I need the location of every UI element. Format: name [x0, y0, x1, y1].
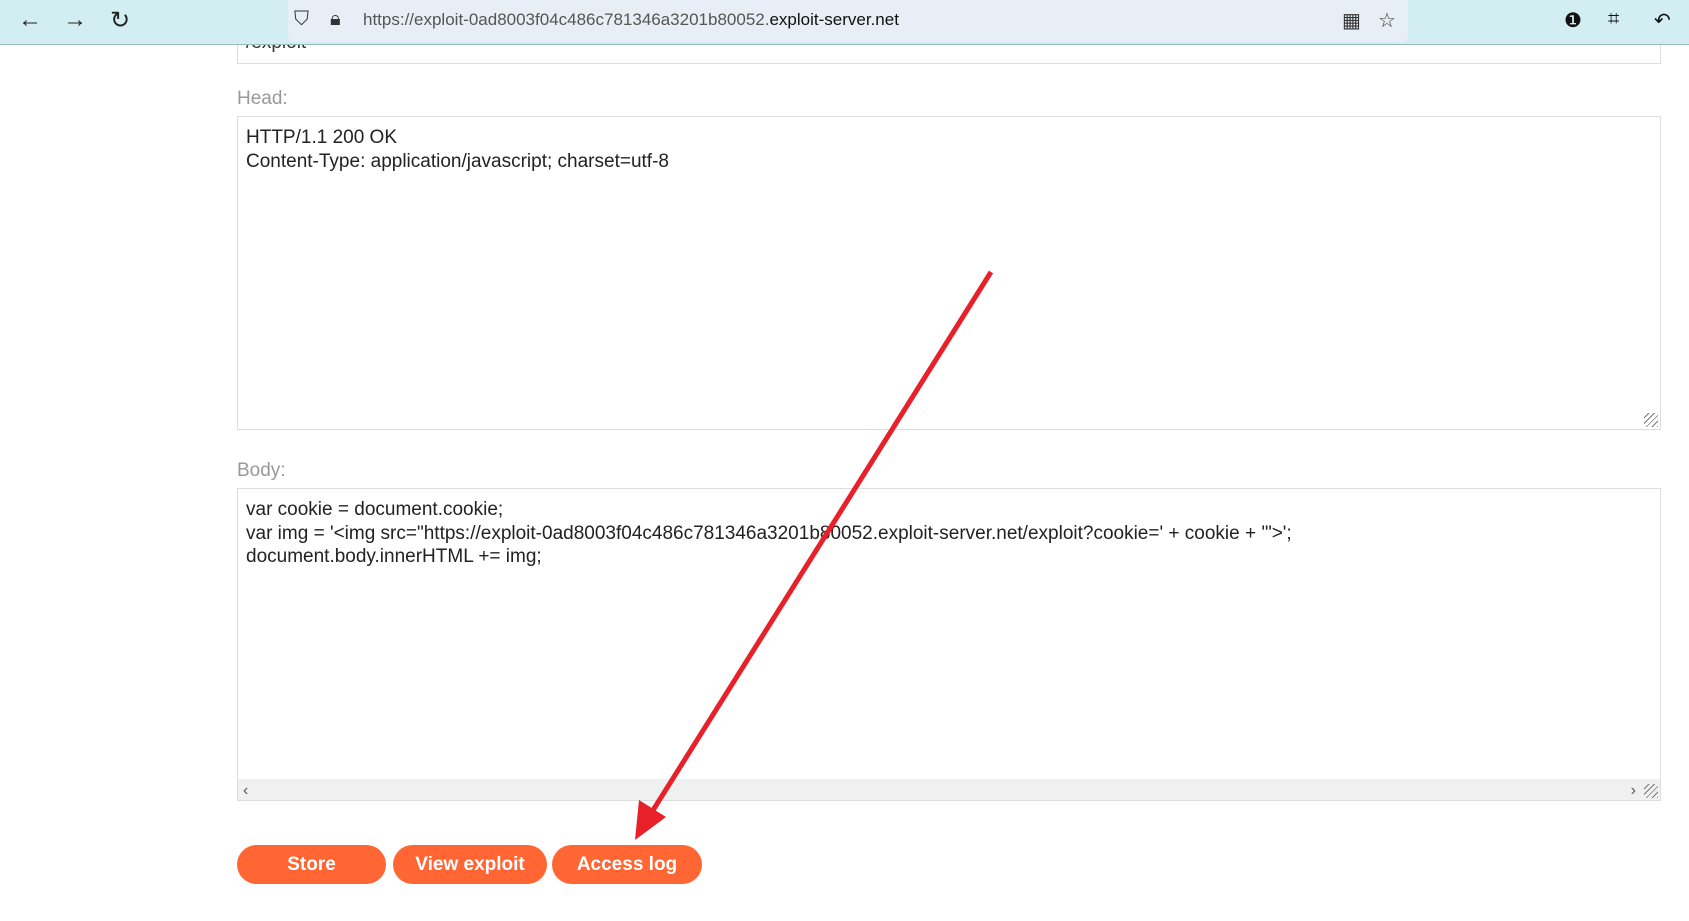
- arrow-shaft: [647, 270, 994, 817]
- annotation-arrow: [635, 270, 994, 840]
- arrow-head: [635, 800, 666, 840]
